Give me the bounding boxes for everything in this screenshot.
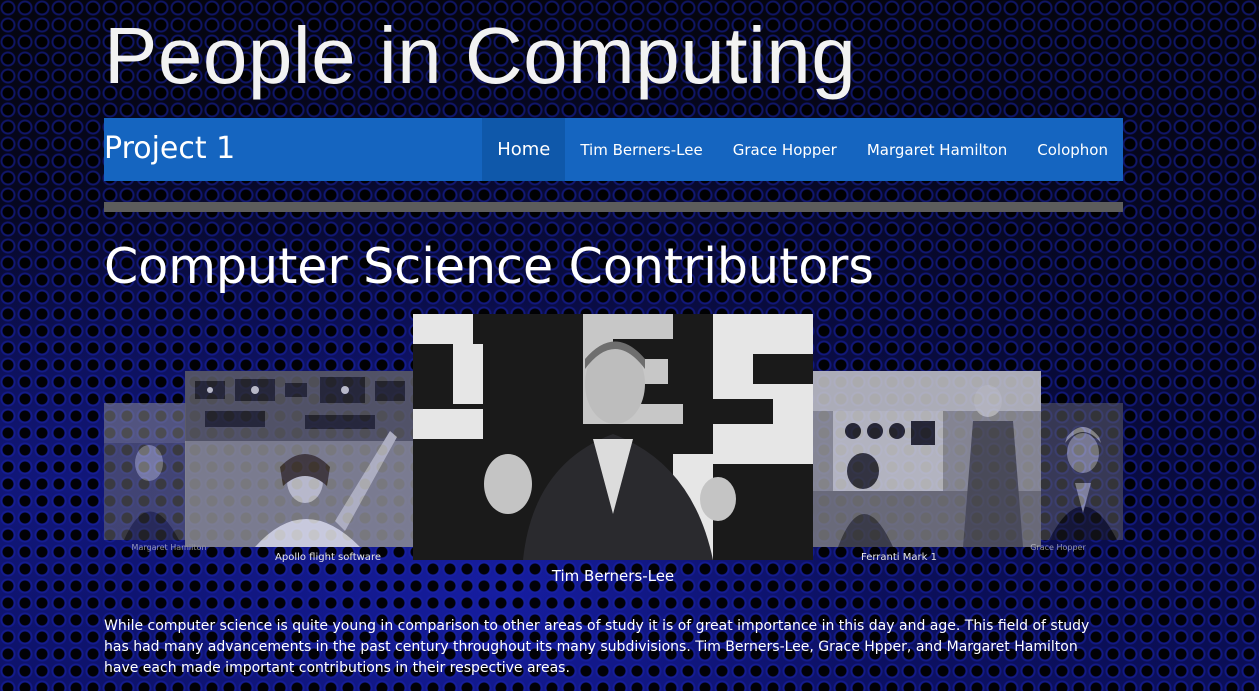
carousel-caption-ferranti-mark-1: Ferranti Mark 1 — [861, 552, 937, 563]
site-title: People in Computing — [104, 11, 857, 100]
nav-item-grace-hopper[interactable]: Grace Hopper — [718, 118, 852, 181]
carousel-caption-apollo-flight-software: Apollo flight software — [275, 552, 381, 563]
intro-paragraph: While computer science is quite young in… — [104, 618, 1090, 676]
section-heading: Computer Science Contributors — [104, 238, 874, 295]
apollo-flight-software-photo — [185, 371, 413, 547]
nav-menu: Home Tim Berners-Lee Grace Hopper Margar… — [482, 118, 1123, 181]
grace-hopper-photo — [1041, 403, 1123, 540]
carousel-slide-ferranti-mark-1[interactable] — [813, 371, 1041, 547]
nav-item-home[interactable]: Home — [482, 118, 566, 181]
ferranti-mark-1-photo — [813, 371, 1041, 547]
carousel-slide-grace-hopper[interactable] — [1041, 403, 1123, 540]
carousel-slide-tim-berners-lee[interactable] — [413, 314, 813, 560]
carousel-caption-tim-berners-lee: Tim Berners-Lee — [551, 567, 675, 585]
carousel-slide-margaret-hamilton[interactable] — [104, 403, 186, 540]
nav-item-tim-berners-lee[interactable]: Tim Berners-Lee — [565, 118, 717, 181]
brand-link[interactable]: Project 1 — [104, 130, 235, 168]
tim-berners-lee-photo — [413, 314, 813, 560]
margaret-hamilton-photo — [104, 403, 186, 540]
nav-item-colophon[interactable]: Colophon — [1022, 118, 1123, 181]
navbar: Project 1 Home Tim Berners-Lee Grace Hop… — [104, 118, 1123, 181]
carousel-caption-grace-hopper: Grace Hopper — [1030, 543, 1086, 552]
carousel-slide-apollo-flight-software[interactable] — [185, 371, 413, 547]
nav-item-margaret-hamilton[interactable]: Margaret Hamilton — [852, 118, 1022, 181]
divider — [104, 202, 1123, 212]
